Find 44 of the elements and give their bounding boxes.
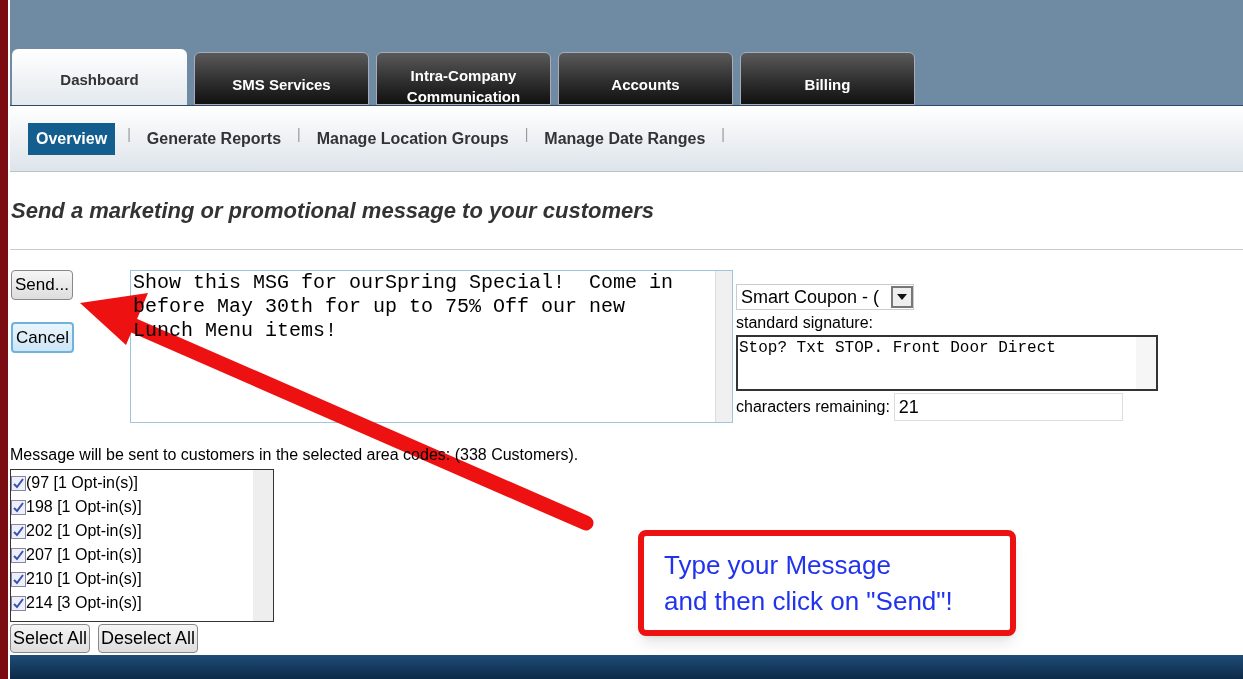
signature-field[interactable]: Stop? Txt STOP. Front Door Direct — [736, 335, 1158, 391]
callout-text: and then click on "Send"! — [664, 585, 954, 618]
checkbox[interactable] — [11, 523, 26, 539]
deselect-all-button[interactable]: Deselect All — [98, 624, 199, 653]
area-code-label: (97 [1 Opt-in(s)] — [26, 473, 139, 493]
checkbox[interactable] — [11, 595, 26, 611]
check-icon — [13, 549, 24, 561]
separator: | — [524, 125, 529, 144]
remaining-field: 21 — [893, 393, 1123, 421]
area-code-label: 210 [1 Opt-in(s)] — [26, 569, 142, 589]
subnav-link[interactable]: Overview — [28, 122, 116, 155]
signature-label: standard signature: — [736, 313, 874, 333]
send-button[interactable]: Send... — [11, 270, 73, 300]
cancel-button[interactable]: Cancel — [11, 321, 74, 353]
check-icon — [13, 501, 24, 513]
separator: | — [721, 125, 725, 144]
page-heading: Send a marketing or promotional message to your customers — [11, 197, 655, 225]
nav-tab[interactable]: Accounts — [558, 52, 733, 105]
checkbox[interactable] — [11, 571, 26, 587]
check-icon — [13, 573, 24, 585]
nav-tab[interactable]: Billing — [740, 52, 915, 105]
nav-tab[interactable]: SMS Services — [194, 52, 369, 105]
check-icon — [13, 597, 24, 609]
checkbox[interactable] — [11, 475, 26, 491]
nav-tab[interactable]: Intra-Company Communication — [376, 52, 551, 105]
area-code-label: 198 [1 Opt-in(s)] — [26, 497, 142, 517]
area-code-label: 207 [1 Opt-in(s)] — [26, 545, 142, 565]
area-code-label: 214 [3 Opt-in(s)] — [26, 593, 142, 613]
checkbox[interactable] — [11, 547, 26, 563]
remaining-label: characters remaining: — [736, 397, 890, 417]
checkbox[interactable] — [11, 499, 26, 515]
check-icon — [13, 477, 24, 489]
subnav-link[interactable]: Generate Reports — [142, 122, 286, 155]
subnav-link[interactable]: Manage Date Ranges — [540, 122, 710, 155]
separator: | — [297, 125, 301, 144]
separator: | — [127, 125, 131, 144]
nav-tab[interactable]: Dashboard — [12, 49, 187, 105]
callout-text: Type your Message — [664, 549, 892, 582]
area-code-label: 202 [1 Opt-in(s)] — [26, 521, 142, 541]
select-all-button[interactable]: Select All — [10, 624, 91, 653]
template-select[interactable]: Smart Coupon - ( — [736, 284, 914, 310]
dropdown-arrow-icon — [897, 294, 907, 300]
check-icon — [13, 525, 24, 537]
subnav-link[interactable]: Manage Location Groups — [312, 122, 513, 155]
